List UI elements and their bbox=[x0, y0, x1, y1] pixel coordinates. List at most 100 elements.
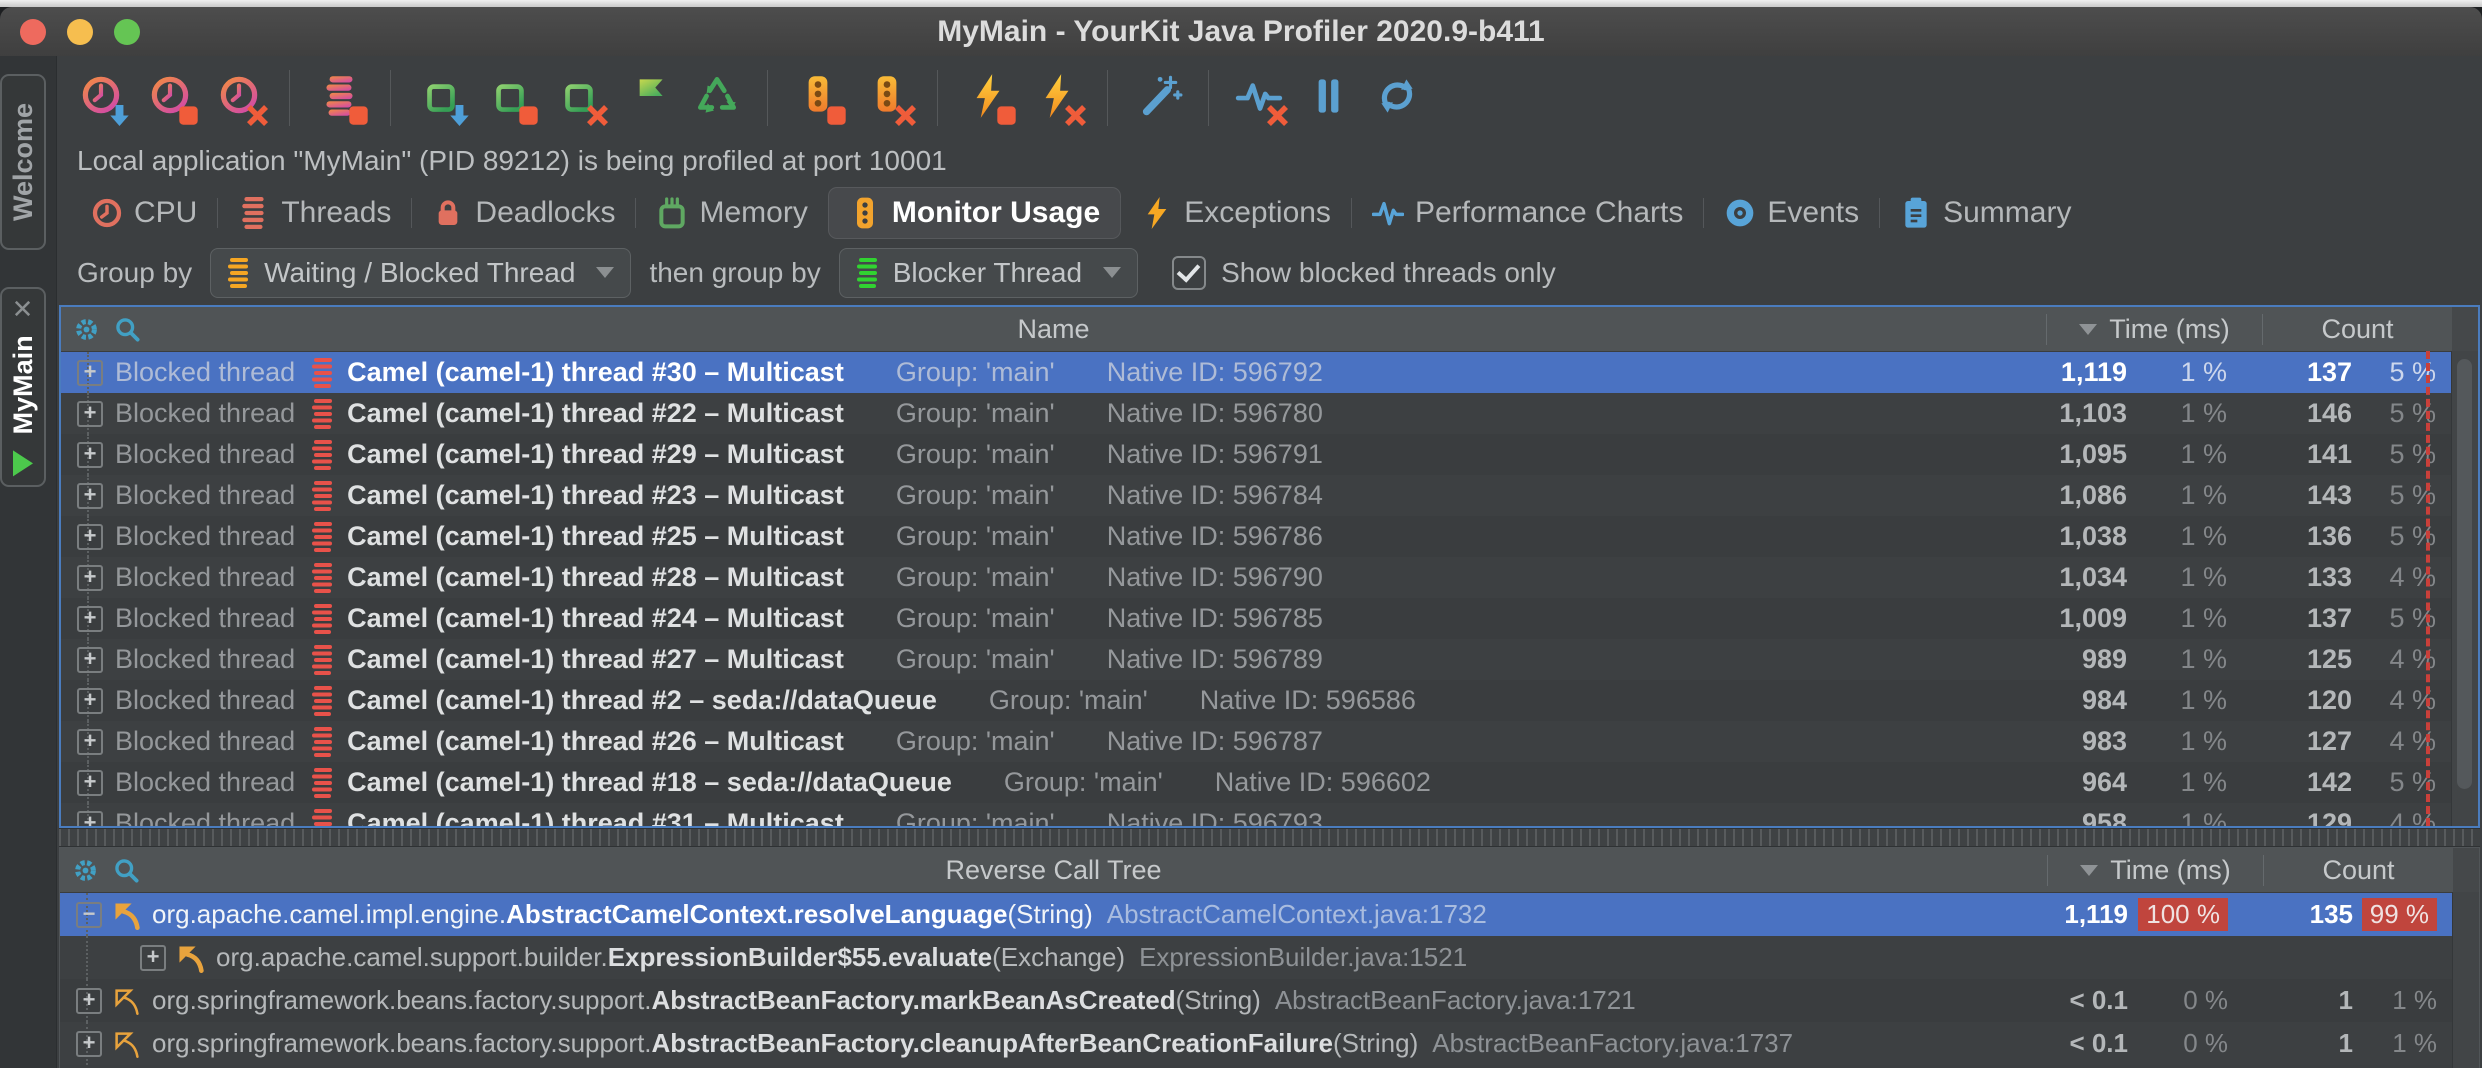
stack-icon bbox=[238, 197, 270, 229]
clear-cpu-results-button[interactable] bbox=[211, 69, 267, 127]
capture-snapshot-flag-button[interactable] bbox=[620, 69, 676, 127]
column-header-count[interactable]: Count bbox=[2262, 314, 2452, 345]
table-row[interactable]: +Blocked threadCamel (camel-1) thread #2… bbox=[61, 598, 2478, 639]
expand-icon[interactable]: + bbox=[77, 606, 103, 632]
time-cell: 1,0951 % bbox=[2048, 439, 2263, 470]
tab-deadlocks[interactable]: Deadlocks bbox=[412, 188, 635, 238]
scrollbar-thumb[interactable] bbox=[2457, 359, 2472, 789]
sidebar-tab-mymain[interactable]: MyMain ✕ bbox=[0, 287, 46, 487]
time-value: 1,009 bbox=[2048, 603, 2127, 634]
stop-exception-profiling-button[interactable] bbox=[960, 69, 1016, 127]
table-row[interactable]: +Blocked threadCamel (camel-1) thread #2… bbox=[61, 557, 2478, 598]
method-package: org.apache.camel.impl.engine. bbox=[152, 899, 506, 929]
checkbox-checked-icon[interactable] bbox=[1172, 256, 1206, 290]
then-group-by-dropdown[interactable]: Blocker Thread bbox=[839, 248, 1138, 298]
expand-icon[interactable]: + bbox=[77, 360, 103, 386]
vertical-scrollbar[interactable] bbox=[2452, 892, 2479, 1068]
expand-icon[interactable]: + bbox=[77, 811, 103, 827]
call-tree-row[interactable]: + org.apache.camel.support.builder.Expres… bbox=[60, 936, 2479, 979]
thread-group: Group: 'main' bbox=[896, 726, 1055, 757]
table-row[interactable]: +Blocked threadCamel (camel-1) thread #2… bbox=[61, 516, 2478, 557]
expand-icon[interactable]: + bbox=[77, 442, 103, 468]
table-row[interactable]: +Blocked threadCamel (camel-1) thread #2… bbox=[61, 475, 2478, 516]
close-session-icon[interactable]: ✕ bbox=[10, 298, 36, 320]
start-memory-profiling-button[interactable] bbox=[413, 69, 469, 127]
thread-native-id: Native ID: 596793 bbox=[1107, 808, 1323, 826]
table-row[interactable]: +Blocked threadCamel (camel-1) thread #2… bbox=[61, 434, 2478, 475]
stop-memory-profiling-button[interactable] bbox=[482, 69, 538, 127]
panel-splitter[interactable] bbox=[59, 828, 2480, 847]
pause-button[interactable] bbox=[1300, 69, 1356, 127]
expand-icon[interactable]: + bbox=[77, 729, 103, 755]
tab-performance-charts[interactable]: Performance Charts bbox=[1352, 188, 1703, 238]
thread-native-id: Native ID: 596787 bbox=[1107, 726, 1323, 757]
refresh-button[interactable] bbox=[1369, 69, 1425, 127]
table-row[interactable]: +Blocked threadCamel (camel-1) thread #2… bbox=[61, 680, 2478, 721]
sidebar-tab-welcome[interactable]: Welcome bbox=[0, 74, 46, 250]
expand-icon[interactable]: + bbox=[77, 483, 103, 509]
expand-icon[interactable]: + bbox=[77, 401, 103, 427]
toolbar-separator bbox=[937, 70, 938, 126]
table-search-icon[interactable] bbox=[114, 316, 141, 343]
blocked-thread-icon bbox=[311, 399, 335, 429]
tab-monitor-usage[interactable]: Monitor Usage bbox=[829, 188, 1120, 238]
tab-threads[interactable]: Threads bbox=[218, 188, 411, 238]
sidebar-tab-mymain-label: MyMain bbox=[8, 335, 39, 434]
clear-exception-results-button[interactable] bbox=[1029, 69, 1085, 127]
tab-summary[interactable]: Summary bbox=[1880, 188, 2091, 238]
thread-name-cell: +Blocked threadCamel (camel-1) thread #2… bbox=[61, 562, 2048, 593]
expand-icon[interactable]: + bbox=[140, 945, 166, 971]
clear-memory-results-button[interactable] bbox=[551, 69, 607, 127]
expand-icon[interactable]: + bbox=[76, 988, 102, 1014]
time-cell: 9581 % bbox=[2048, 808, 2263, 826]
expand-icon[interactable]: + bbox=[77, 770, 103, 796]
table-row[interactable]: +Blocked threadCamel (camel-1) thread #1… bbox=[61, 762, 2478, 803]
window-titlebar[interactable]: MyMain - YourKit Java Profiler 2020.9-b4… bbox=[0, 7, 2482, 57]
show-blocked-threads-checkbox[interactable]: Show blocked threads only bbox=[1172, 256, 1556, 290]
call-tree-row[interactable]: −org.apache.camel.impl.engine.AbstractCa… bbox=[60, 893, 2479, 936]
table-search-icon[interactable] bbox=[113, 857, 140, 884]
tab-events[interactable]: Events bbox=[1704, 188, 1879, 238]
column-header-count[interactable]: Count bbox=[2263, 855, 2453, 886]
expand-icon[interactable]: + bbox=[77, 524, 103, 550]
expand-icon[interactable]: − bbox=[76, 902, 102, 928]
table-row[interactable]: +Blocked threadCamel (camel-1) thread #3… bbox=[61, 803, 2478, 826]
table-row[interactable]: +Blocked threadCamel (camel-1) thread #2… bbox=[61, 639, 2478, 680]
time-value: < 0.1 bbox=[2049, 1028, 2128, 1059]
clear-telemetry-button[interactable] bbox=[1231, 69, 1287, 127]
blocker-thread-icon bbox=[856, 258, 880, 288]
clear-monitor-results-button[interactable] bbox=[859, 69, 915, 127]
stop-monitor-profiling-button[interactable] bbox=[790, 69, 846, 127]
table-row[interactable]: +Blocked threadCamel (camel-1) thread #2… bbox=[61, 393, 2478, 434]
column-header-name[interactable]: Name bbox=[61, 314, 2046, 345]
call-tree-row[interactable]: +org.springframework.beans.factory.suppo… bbox=[60, 1022, 2479, 1065]
method-text: org.apache.camel.support.builder.Express… bbox=[216, 942, 1467, 973]
group-by-dropdown[interactable]: Waiting / Blocked Thread bbox=[210, 248, 631, 298]
stop-cpu-profiling-button[interactable] bbox=[142, 69, 198, 127]
thread-name: Camel (camel-1) thread #24 – Multicast bbox=[347, 603, 844, 634]
tab-memory[interactable]: Memory bbox=[636, 188, 827, 238]
table-row[interactable]: +Blocked threadCamel (camel-1) thread #2… bbox=[61, 721, 2478, 762]
time-percent: 100 % bbox=[2128, 899, 2264, 930]
tab-exceptions[interactable]: Exceptions bbox=[1121, 188, 1351, 238]
tab-cpu[interactable]: CPU bbox=[71, 188, 217, 238]
expand-icon[interactable]: + bbox=[77, 647, 103, 673]
count-percent: 5 % bbox=[2352, 767, 2452, 798]
expand-icon[interactable]: + bbox=[77, 565, 103, 591]
table-settings-gear-icon[interactable] bbox=[72, 857, 99, 884]
vertical-scrollbar[interactable] bbox=[2451, 351, 2478, 826]
table-row[interactable]: +Blocked threadCamel (camel-1) thread #3… bbox=[61, 352, 2478, 393]
count-percent: 5 % bbox=[2352, 521, 2452, 552]
call-tree-row[interactable]: +org.springframework.beans.factory.suppo… bbox=[60, 979, 2479, 1022]
column-header-time[interactable]: Time (ms) bbox=[2046, 314, 2262, 345]
expand-icon[interactable]: + bbox=[76, 1031, 102, 1057]
square-overlay-icon bbox=[826, 105, 847, 126]
column-header-time[interactable]: Time (ms) bbox=[2047, 855, 2263, 886]
expand-icon[interactable]: + bbox=[77, 688, 103, 714]
stop-thread-profiling-button[interactable] bbox=[312, 69, 368, 127]
inspections-button[interactable] bbox=[1130, 69, 1186, 127]
force-gc-button[interactable] bbox=[689, 69, 745, 127]
clock-icon bbox=[91, 197, 123, 229]
table-settings-gear-icon[interactable] bbox=[73, 316, 100, 343]
start-cpu-profiling-button[interactable] bbox=[73, 69, 129, 127]
